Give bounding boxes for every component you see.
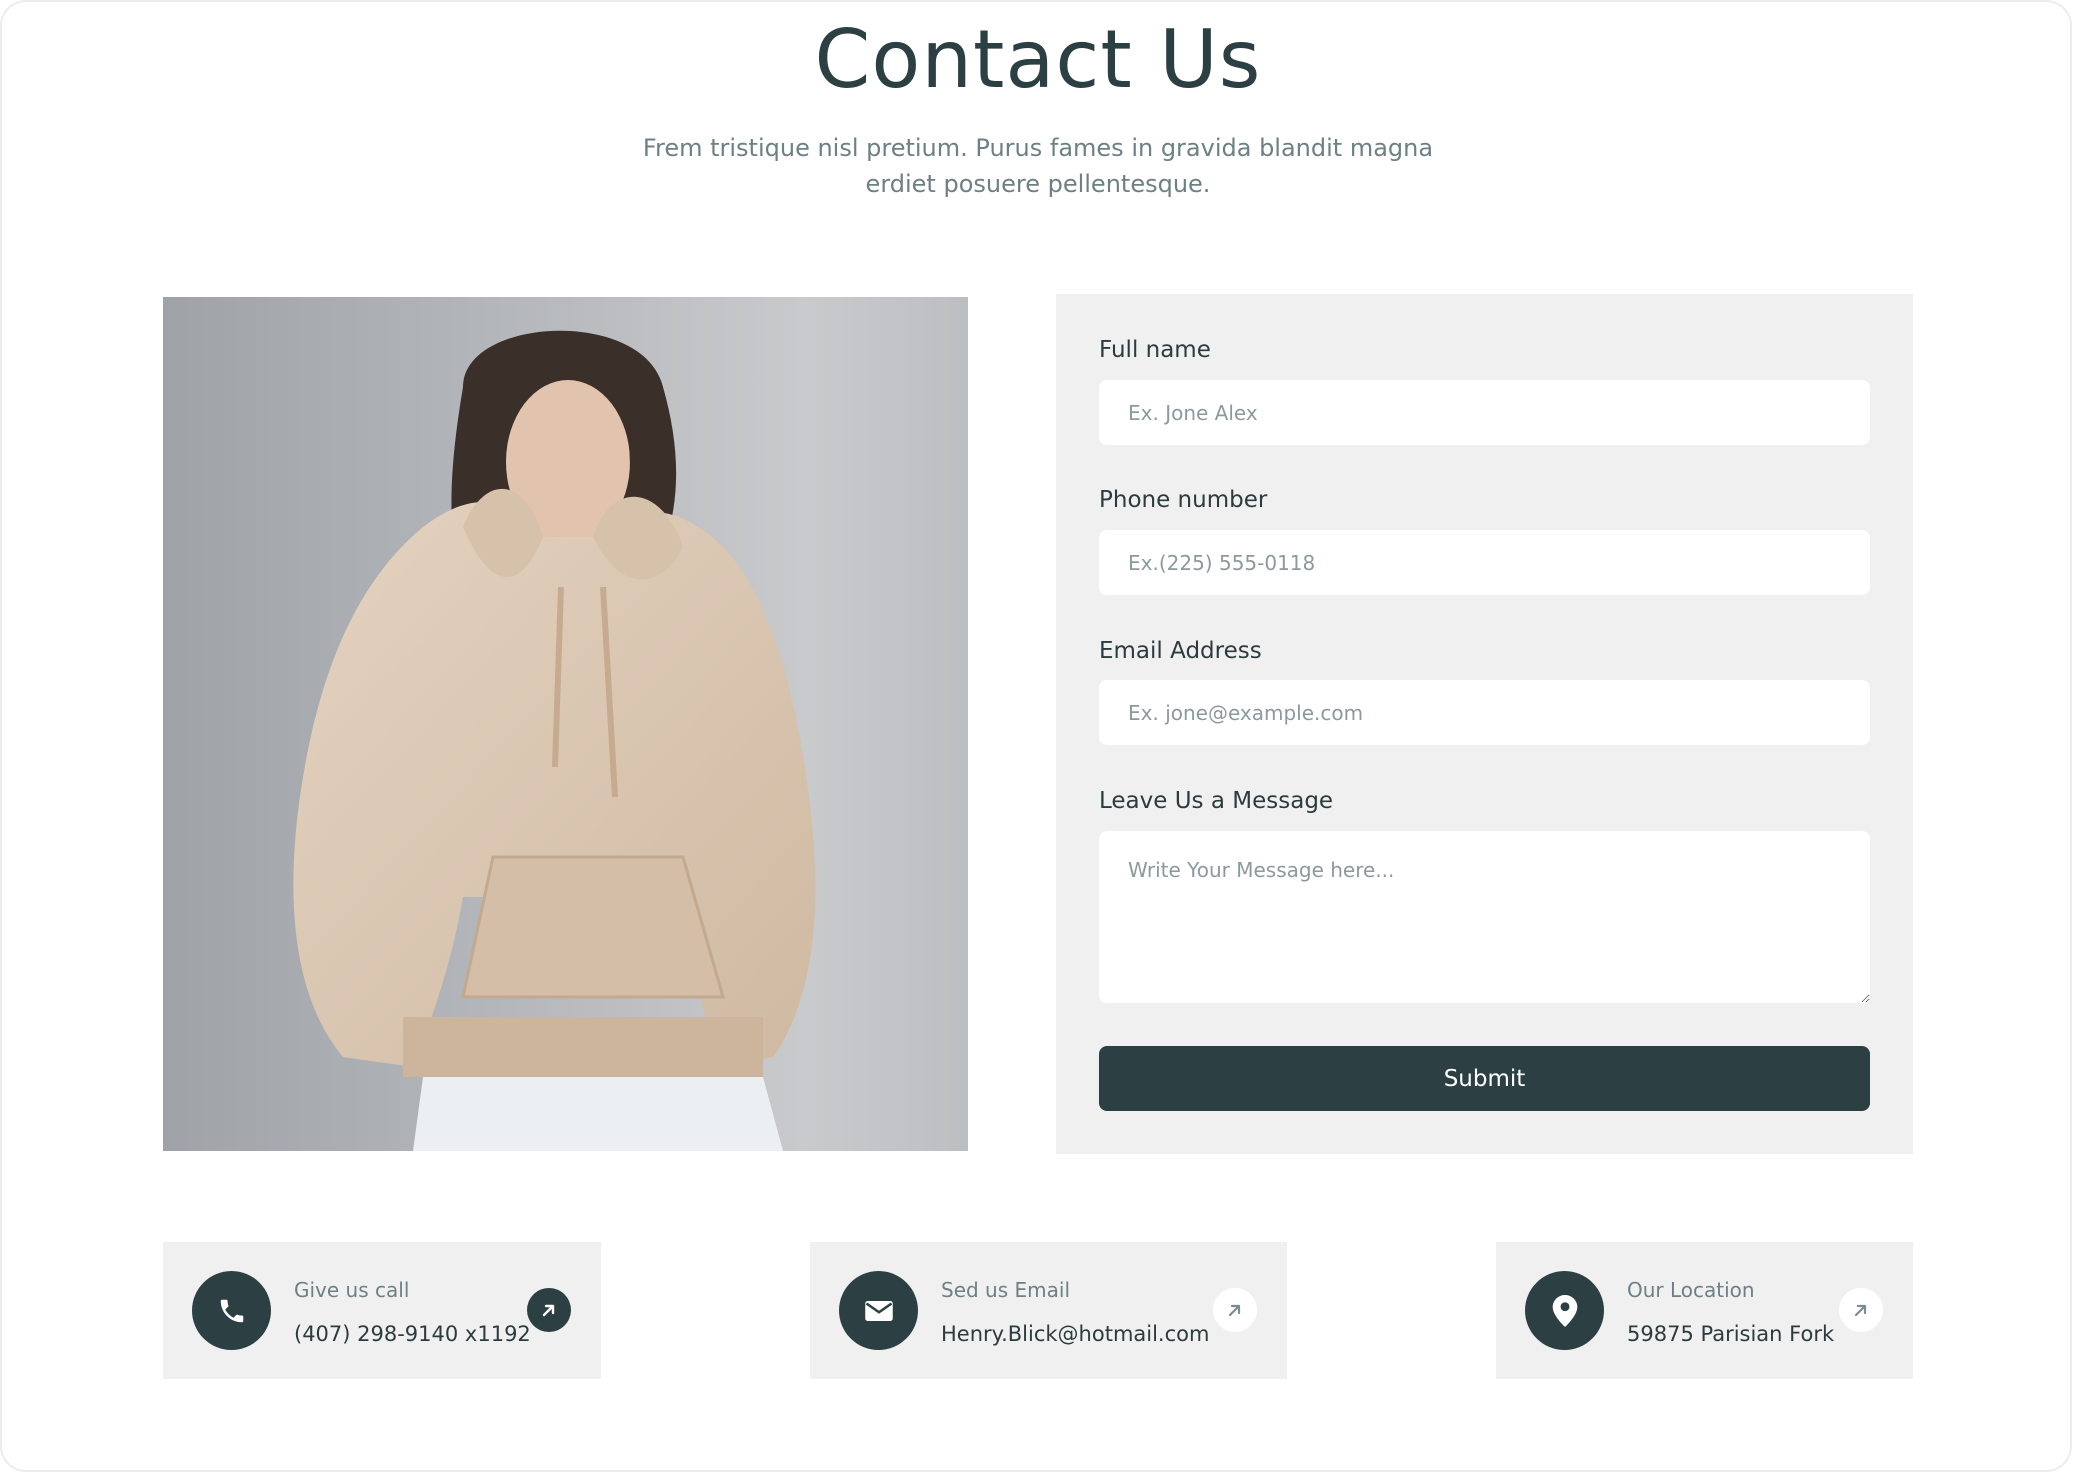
email-link-button[interactable] xyxy=(1213,1288,1257,1332)
location-link-button[interactable] xyxy=(1839,1288,1883,1332)
email-card: Sed us Email Henry.Blick@hotmail.com xyxy=(810,1242,1287,1379)
email-value: Henry.Blick@hotmail.com xyxy=(941,1322,1210,1346)
page-subtitle: Frem tristique nisl pretium. Purus fames… xyxy=(642,134,1434,198)
phone-icon-badge xyxy=(192,1271,271,1350)
location-card: Our Location 59875 Parisian Fork xyxy=(1496,1242,1913,1379)
call-link-button[interactable] xyxy=(527,1288,571,1332)
hoodie-model-illustration xyxy=(163,297,968,1151)
location-pin-icon xyxy=(1552,1294,1577,1327)
full-name-input[interactable] xyxy=(1099,380,1870,445)
email-address-input[interactable] xyxy=(1099,680,1870,745)
phone-number-label: Phone number xyxy=(1099,487,1268,513)
location-value: 59875 Parisian Fork xyxy=(1627,1322,1835,1346)
call-caption: Give us call xyxy=(294,1278,410,1302)
phone-icon xyxy=(220,1299,243,1322)
mail-icon xyxy=(864,1300,893,1321)
mail-icon-badge xyxy=(839,1271,918,1350)
arrow-up-right-icon xyxy=(1854,1304,1867,1317)
contact-form: Full name Phone number Email Address Lea… xyxy=(1056,294,1913,1154)
message-label: Leave Us a Message xyxy=(1099,788,1334,814)
page-title: Contact Us xyxy=(814,13,1262,106)
phone-value: (407) 298-9140 x1192 xyxy=(294,1322,531,1346)
message-textarea[interactable] xyxy=(1099,831,1870,1003)
email-address-label: Email Address xyxy=(1099,638,1262,664)
email-caption: Sed us Email xyxy=(941,1278,1070,1302)
location-caption: Our Location xyxy=(1627,1278,1755,1302)
model-photo xyxy=(163,297,968,1151)
arrow-up-right-icon xyxy=(1228,1304,1241,1317)
call-card: Give us call (407) 298-9140 x1192 xyxy=(163,1242,601,1379)
phone-number-input[interactable] xyxy=(1099,530,1870,595)
full-name-label: Full name xyxy=(1099,337,1211,363)
location-icon-badge xyxy=(1525,1271,1604,1350)
submit-button[interactable]: Submit xyxy=(1099,1046,1870,1111)
arrow-up-right-icon xyxy=(542,1304,555,1317)
